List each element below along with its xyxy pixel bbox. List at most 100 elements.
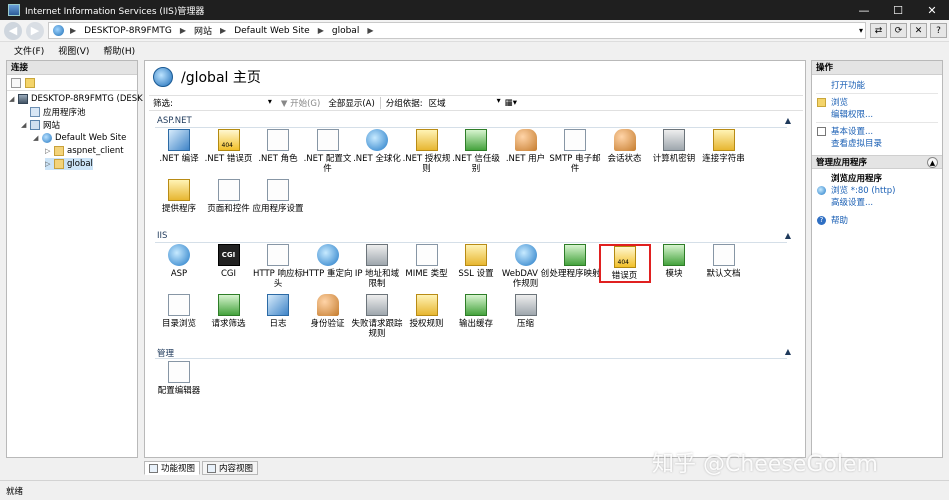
maximize-button[interactable]: ☐: [881, 0, 915, 20]
breadcrumb-sites[interactable]: 网站: [194, 24, 212, 37]
feature-aspnet-5[interactable]: .NET 授权规则: [401, 129, 453, 174]
feature-iis-9[interactable]: 错误页: [598, 244, 651, 283]
tab-content-view[interactable]: 内容视图: [202, 461, 259, 475]
feature-icon: [564, 244, 586, 266]
action-browse[interactable]: 浏览: [812, 96, 942, 108]
action-label: 帮助: [831, 216, 849, 226]
feature-label: 配置编辑器: [157, 386, 201, 396]
feature-aspnet-10[interactable]: 计算机密钥: [648, 129, 700, 164]
collapse-section-icon[interactable]: ▲: [785, 347, 791, 356]
chevron-down-icon[interactable]: ▾: [859, 26, 863, 35]
feature-label: 默认文档: [706, 269, 741, 279]
collapse-section-icon[interactable]: ▲: [785, 231, 791, 240]
feature-aspnet-11[interactable]: 连接字符串: [698, 129, 750, 164]
feature-aspnet-2[interactable]: .NET 角色: [252, 129, 304, 164]
expand-icon[interactable]: ◢: [33, 134, 42, 142]
collapse-section-icon[interactable]: ▲: [785, 116, 791, 125]
action-browse-port[interactable]: 浏览 *:80 (http): [812, 184, 942, 196]
filter-input[interactable]: [174, 97, 275, 109]
go-button[interactable]: ▼ 开始(G): [281, 97, 320, 109]
action-advanced-settings[interactable]: 高级设置...: [812, 196, 942, 208]
feature-iis-2[interactable]: HTTP 响应标头: [252, 244, 304, 289]
feature-iis-1[interactable]: CGI CGI: [203, 244, 255, 279]
feature-iis-11[interactable]: 默认文档: [698, 244, 750, 279]
group-by-select[interactable]: 区域: [429, 96, 501, 109]
feature-iis-3[interactable]: HTTP 重定向: [302, 244, 354, 279]
feature-iis-17[interactable]: 授权规则: [401, 294, 453, 329]
connect-icon[interactable]: ⇄: [870, 23, 887, 38]
feature-aspnet-8[interactable]: SMTP 电子邮件: [549, 129, 601, 174]
tree-node-label: global: [67, 159, 93, 169]
new-connection-icon[interactable]: [11, 77, 21, 88]
feature-iis-6[interactable]: SSL 设置: [450, 244, 502, 279]
tree-node-aspnet-client[interactable]: ▷ aspnet_client: [45, 145, 124, 157]
help-icon[interactable]: ?: [930, 23, 947, 38]
menu-help[interactable]: 帮助(H): [103, 44, 135, 57]
tree-node-default-site[interactable]: ◢ Default Web Site: [33, 132, 126, 144]
minimize-button[interactable]: —: [847, 0, 881, 20]
collapse-icon[interactable]: ▷: [45, 147, 54, 155]
expand-icon[interactable]: ◢: [21, 121, 30, 129]
feature-manage-0[interactable]: 配置编辑器: [153, 361, 205, 396]
feature-icon: [316, 244, 339, 266]
feature-iis-13[interactable]: 请求筛选: [203, 294, 255, 329]
collapse-icon[interactable]: ▲: [927, 157, 938, 168]
feature-iis-5[interactable]: MIME 类型: [401, 244, 453, 279]
back-button[interactable]: ◀: [4, 21, 22, 40]
tree-node-label: Default Web Site: [55, 133, 127, 143]
collapse-icon[interactable]: ▷: [45, 160, 54, 168]
show-all-button[interactable]: 全部显示(A): [328, 97, 374, 109]
save-connection-icon[interactable]: [25, 77, 35, 88]
feature-iis-16[interactable]: 失败请求跟踪规则: [351, 294, 403, 339]
feature-aspnet-3[interactable]: .NET 配置文件: [302, 129, 354, 174]
menu-bar: 文件(F) 视图(V) 帮助(H): [0, 42, 949, 58]
feature-iis-8[interactable]: 处理程序映射: [549, 244, 601, 279]
feature-aspnet-9[interactable]: 会话状态: [599, 129, 651, 164]
tree-node-server[interactable]: ◢ DESKTOP-8R9FMTG (DESK: [9, 93, 143, 105]
expand-icon[interactable]: ◢: [9, 95, 18, 103]
feature-icon: [366, 129, 388, 151]
feature-aspnet-12[interactable]: 提供程序: [153, 179, 205, 214]
tree-node-sites[interactable]: ◢ 网站: [21, 119, 60, 131]
breadcrumb-global[interactable]: global: [332, 26, 359, 36]
feature-aspnet-14[interactable]: 应用程序设置: [252, 179, 304, 214]
feature-iis-4[interactable]: IP 地址和域限制: [351, 244, 403, 289]
forward-button[interactable]: ▶: [26, 21, 44, 40]
feature-label: .NET 角色: [258, 154, 298, 164]
close-button[interactable]: ✕: [915, 0, 949, 20]
feature-iis-19[interactable]: 压缩: [500, 294, 552, 329]
breadcrumb[interactable]: ▶ DESKTOP-8R9FMTG ▶ 网站 ▶ Default Web Sit…: [48, 22, 866, 39]
tab-features-view[interactable]: 功能视图: [144, 461, 201, 475]
refresh-icon[interactable]: ⟳: [890, 23, 907, 38]
feature-iis-14[interactable]: 日志: [252, 294, 304, 329]
feature-aspnet-4[interactable]: .NET 全球化: [351, 129, 403, 164]
feature-iis-0[interactable]: ASP: [153, 244, 205, 279]
feature-aspnet-7[interactable]: .NET 用户: [500, 129, 552, 164]
chevron-right-icon: ▶: [179, 26, 187, 35]
group-by-label: 分组依据:: [385, 99, 423, 109]
feature-iis-7[interactable]: WebDAV 创作规则: [500, 244, 552, 289]
feature-aspnet-13[interactable]: 页面和控件: [203, 179, 255, 214]
action-open-feature[interactable]: 打开功能: [812, 79, 942, 91]
view-mode-icon[interactable]: ▦▾: [505, 98, 517, 108]
menu-file[interactable]: 文件(F): [14, 44, 44, 57]
action-help[interactable]: ? 帮助: [812, 214, 942, 226]
feature-iis-10[interactable]: 模块: [648, 244, 700, 279]
tree-node-apppools[interactable]: 应用程序池: [21, 106, 86, 118]
menu-view[interactable]: 视图(V): [58, 44, 89, 57]
feature-aspnet-1[interactable]: .NET 错误页: [203, 129, 255, 164]
tree-node-global[interactable]: ▷ global: [45, 158, 93, 170]
feature-aspnet-6[interactable]: .NET 信任级别: [450, 129, 502, 174]
action-view-virtual-dirs[interactable]: 查看虚拟目录: [812, 137, 942, 149]
feature-iis-12[interactable]: 目录浏览: [153, 294, 205, 329]
feature-iis-15[interactable]: 身份验证: [302, 294, 354, 329]
action-edit-permissions[interactable]: 编辑权限...: [812, 108, 942, 120]
action-basic-settings[interactable]: 基本设置...: [812, 125, 942, 137]
server-icon: [18, 94, 28, 104]
feature-iis-18[interactable]: 输出缓存: [450, 294, 502, 329]
stop-icon[interactable]: ✕: [910, 23, 927, 38]
feature-aspnet-0[interactable]: .NET 编译: [153, 129, 205, 164]
page-header: /global 主页: [153, 67, 261, 87]
breadcrumb-default-site[interactable]: Default Web Site: [234, 26, 310, 36]
breadcrumb-server[interactable]: DESKTOP-8R9FMTG: [84, 26, 172, 36]
